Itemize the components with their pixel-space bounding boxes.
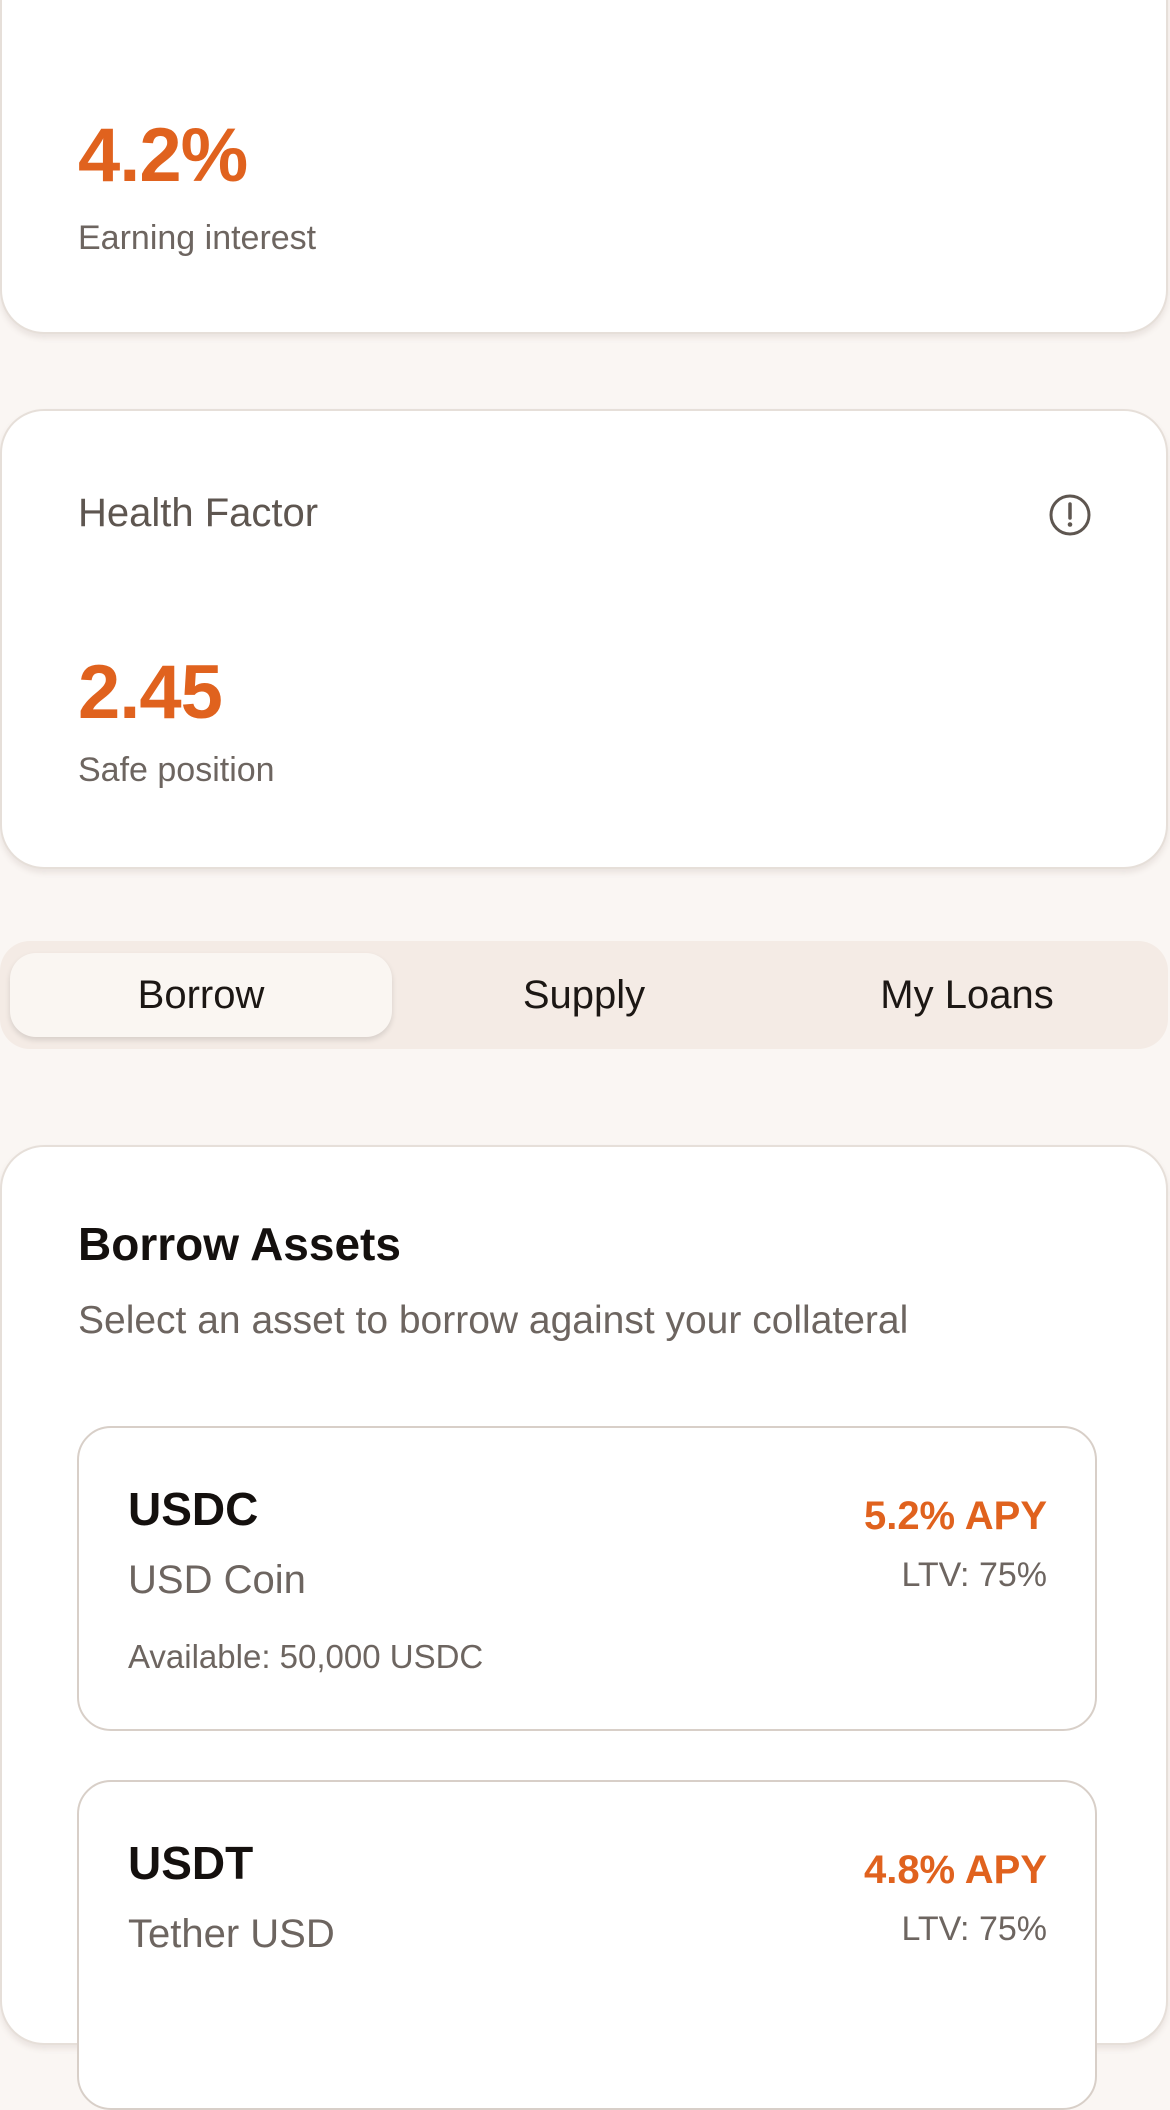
asset-item-usdc[interactable]: USDC USD Coin Available: 50,000 USDC 5.2… xyxy=(77,1426,1097,1731)
asset-available: Available: 50,000 USDC xyxy=(128,1638,484,1675)
health-factor-value: 2.45 xyxy=(78,650,223,735)
tab-borrow[interactable]: Borrow xyxy=(10,953,392,1037)
tab-supply[interactable]: Supply xyxy=(393,953,775,1037)
borrow-assets-description: Select an asset to borrow against your c… xyxy=(78,1299,909,1342)
interest-rate-value: 4.2% xyxy=(78,113,248,198)
tab-bar: Borrow Supply My Loans xyxy=(0,941,1168,1049)
tab-my-loans[interactable]: My Loans xyxy=(776,953,1158,1037)
interest-card: 4.2% Earning interest xyxy=(0,0,1168,334)
asset-symbol: USDT xyxy=(128,1837,254,1889)
asset-ltv: LTV: 75% xyxy=(901,1556,1047,1594)
health-factor-title: Health Factor xyxy=(78,491,319,535)
borrow-assets-title: Borrow Assets xyxy=(78,1218,401,1270)
asset-item-usdt[interactable]: USDT Tether USD 4.8% APY LTV: 75% xyxy=(77,1780,1097,2110)
asset-name: Tether USD xyxy=(128,1912,335,1956)
info-icon[interactable] xyxy=(1048,493,1092,537)
asset-apy: 4.8% APY xyxy=(863,1848,1047,1892)
asset-symbol: USDC xyxy=(128,1483,259,1535)
health-factor-card: Health Factor 2.45 Safe position xyxy=(0,409,1168,869)
asset-name: USD Coin xyxy=(128,1558,306,1602)
asset-apy: 5.2% APY xyxy=(863,1494,1047,1538)
interest-rate-label: Earning interest xyxy=(78,219,317,257)
health-factor-status: Safe position xyxy=(78,751,275,789)
asset-ltv: LTV: 75% xyxy=(901,1910,1047,1948)
borrow-assets-card: Borrow Assets Select an asset to borrow … xyxy=(0,1145,1168,2110)
